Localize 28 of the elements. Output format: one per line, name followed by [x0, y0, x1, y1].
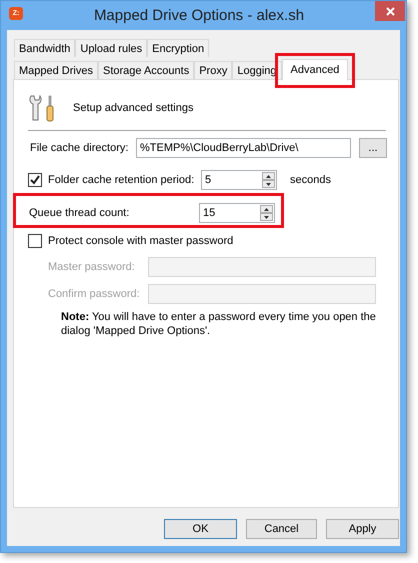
- tab[interactable]: Proxy: [194, 61, 232, 79]
- tab[interactable]: Encryption: [147, 39, 210, 57]
- dialog-button[interactable]: Apply: [326, 519, 399, 539]
- section-heading: Setup advanced settings: [73, 102, 194, 114]
- browse-button[interactable]: ...: [359, 138, 387, 158]
- tab[interactable]: Upload rules: [75, 39, 148, 57]
- tab[interactable]: Storage Accounts: [98, 61, 194, 79]
- checkbox[interactable]: [28, 173, 42, 187]
- note-text: Note: You will have to enter a password every time you open the dialog 'Mapped Drive Options'.: [61, 310, 377, 338]
- checkbox[interactable]: [28, 234, 42, 248]
- close-icon: [386, 6, 394, 16]
- tab[interactable]: Logging: [232, 61, 282, 79]
- dialog-button[interactable]: Cancel: [246, 519, 317, 539]
- checkbox-label: Folder cache retention period:: [48, 174, 194, 186]
- unit-label: seconds: [290, 174, 331, 186]
- tab[interactable]: Advanced: [282, 59, 348, 81]
- tools-icon: [28, 94, 56, 122]
- field-label: File cache directory:: [30, 142, 128, 154]
- field-label: Confirm password:: [48, 288, 140, 300]
- field-label: Queue thread count:: [29, 207, 130, 219]
- field-label: Master password:: [48, 261, 135, 273]
- tab[interactable]: Bandwidth: [14, 39, 76, 57]
- checkbox-label: Protect console with master password: [48, 235, 234, 247]
- directory-field[interactable]: %TEMP%\CloudBerryLab\Drive\: [136, 138, 351, 158]
- close-button[interactable]: [375, 1, 405, 21]
- dialog-button[interactable]: OK: [164, 519, 237, 539]
- window-title: Mapped Drive Options - alex.sh: [92, 7, 306, 24]
- tab[interactable]: Mapped Drives: [14, 61, 98, 79]
